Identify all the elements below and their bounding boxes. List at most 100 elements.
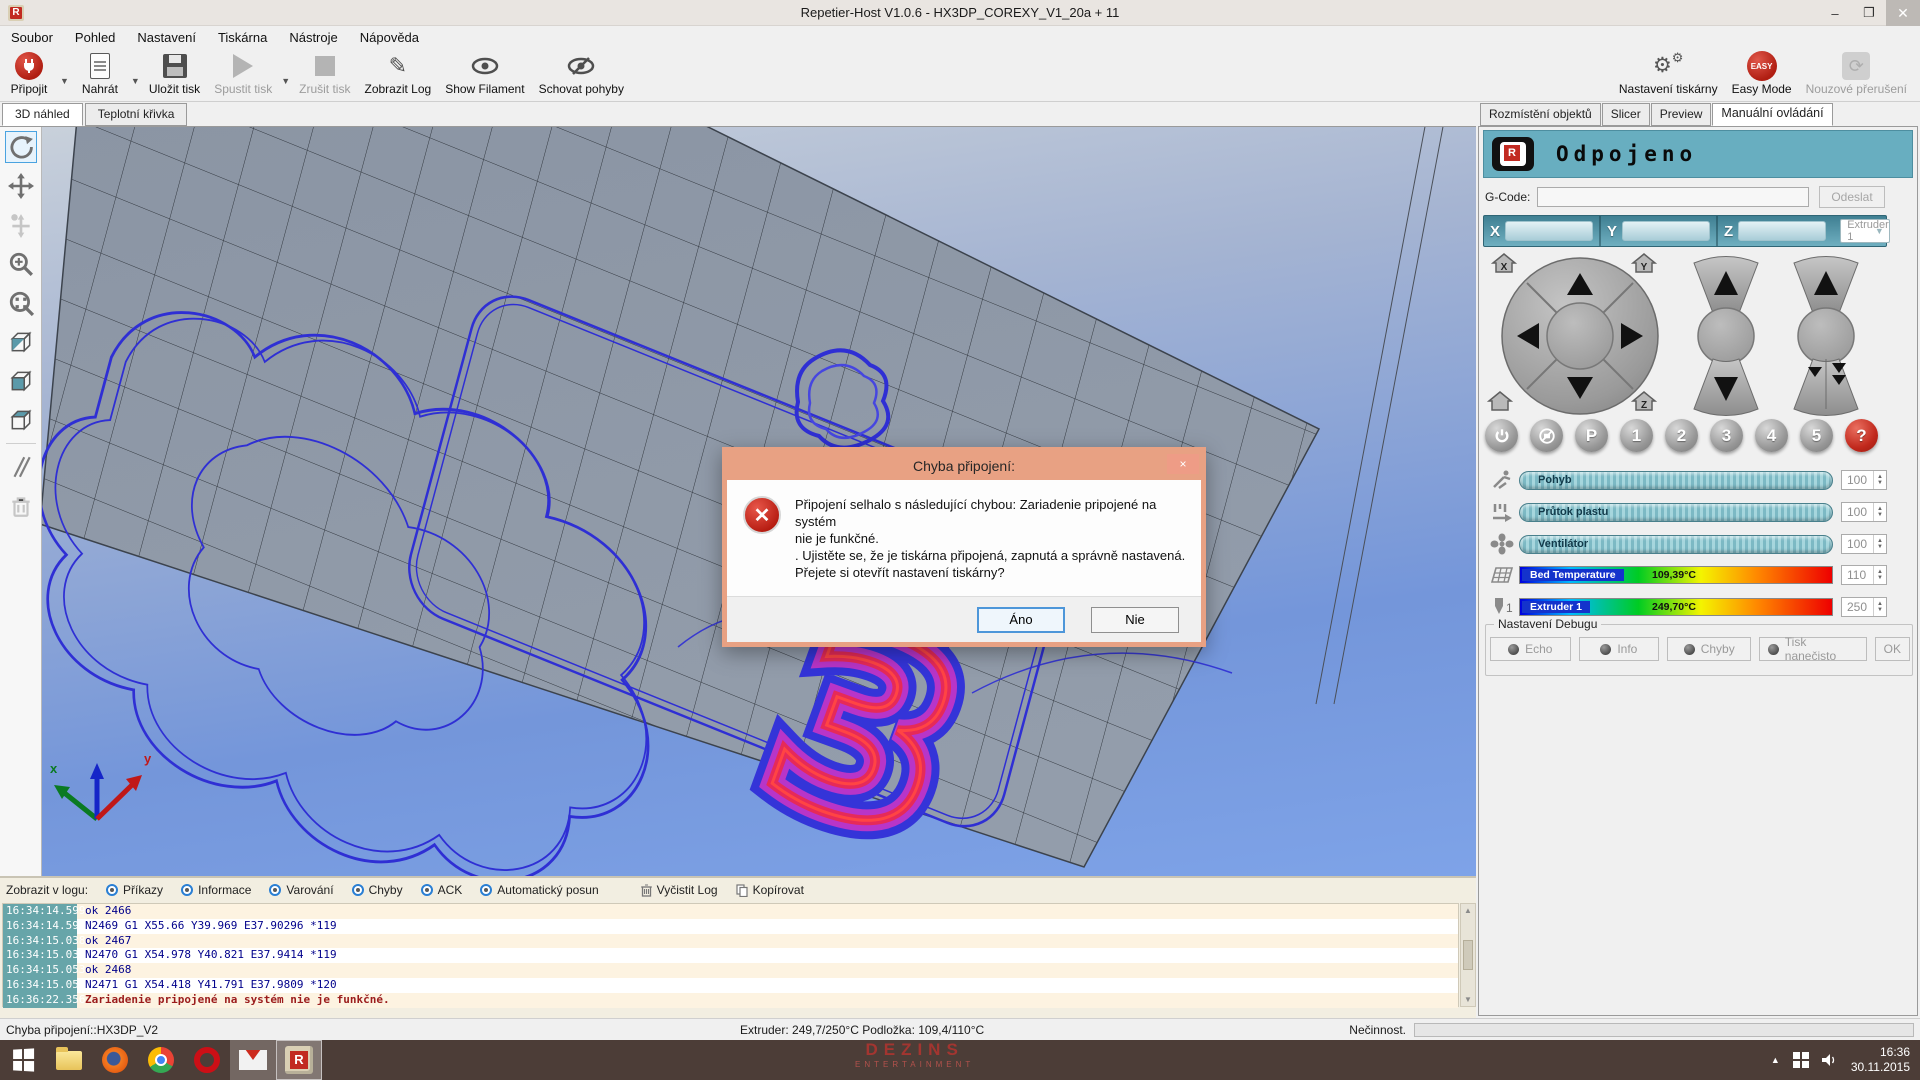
tab-preview[interactable]: Preview [1651,103,1712,126]
home-z-button[interactable]: Z [1631,389,1657,413]
scroll-up-arrow[interactable]: ▲ [1464,906,1472,915]
quick-button-4[interactable]: 4 [1755,419,1788,452]
start-button[interactable] [0,1040,46,1080]
extruder-jog-control[interactable] [1787,253,1865,419]
error-icon: ✕ [743,496,781,534]
dialog-close-button[interactable]: × [1167,454,1199,474]
axis-gizmo: x y [50,751,152,819]
progress-bar [1414,1023,1914,1037]
network-icon[interactable] [1793,1052,1809,1068]
repetier-logo-icon: R [1492,137,1534,171]
fan-spinner[interactable]: 100▲▼ [1841,534,1887,554]
filter-info[interactable]: Informace [181,883,251,897]
load-button[interactable]: Nahrát [71,48,129,96]
printer-settings-button[interactable]: ⚙⚙ Nastavení tiskárny [1612,48,1725,96]
hide-travel-button[interactable]: Schovat pohyby [532,48,631,96]
fan-slider[interactable]: Ventilátor [1519,535,1833,554]
connect-dropdown[interactable]: ▼ [58,76,71,86]
tab-3d-nahled[interactable]: 3D náhled [2,103,83,126]
show-filament-button[interactable]: Show Filament [438,48,531,96]
park-disabled-button[interactable] [1530,419,1563,452]
axis-x-value [1505,221,1593,241]
tab-teplotni-krivka[interactable]: Teplotní křivka [85,103,188,126]
close-button[interactable]: ✕ [1886,0,1920,26]
speed-spinner[interactable]: 100▲▼ [1841,470,1887,490]
power-button[interactable] [1485,419,1518,452]
home-x-button[interactable]: X [1491,251,1517,275]
filter-ack[interactable]: ACK [421,883,463,897]
quick-button-5[interactable]: 5 [1800,419,1833,452]
isometric-view-tool[interactable] [5,326,37,358]
log-list[interactable]: 16:34:14.599ok 2466 16:34:14.599N2469 G1… [2,903,1459,1007]
move-view-tool[interactable] [5,170,37,202]
bed-temperature-spinner[interactable]: 110▲▼ [1841,565,1887,585]
tray-expand-icon[interactable]: ▲ [1771,1055,1780,1065]
speed-slider[interactable]: Pohyb [1519,471,1833,490]
preheat-p-button[interactable]: P [1575,419,1608,452]
show-log-button[interactable]: ✎ Zobrazit Log [357,48,438,96]
menu-tiskarna[interactable]: Tiskárna [207,28,278,47]
flow-slider[interactable]: Průtok plastu [1519,503,1833,522]
dialog-message: Připojení selhalo s následující chybou: … [795,496,1187,596]
zoom-in-tool[interactable] [5,248,37,280]
quick-button-3[interactable]: 3 [1710,419,1743,452]
emergency-stop-button: ⟳ Nouzové přerušení [1799,48,1914,96]
scroll-down-arrow[interactable]: ▼ [1464,995,1472,1004]
taskbar-chrome[interactable] [138,1040,184,1080]
taskbar-explorer[interactable] [46,1040,92,1080]
taskbar-clock[interactable]: 16:36 30.11.2015 [1851,1045,1910,1075]
help-button[interactable]: ? [1845,419,1878,452]
extruder-select[interactable]: Extruder 1▼ [1840,219,1890,243]
menu-nastaveni[interactable]: Nastavení [126,28,207,47]
menu-soubor[interactable]: Soubor [0,28,64,47]
rotate-view-tool[interactable] [5,131,37,163]
extruder-temperature-bar[interactable]: Extruder 1 249,70°C [1519,598,1833,616]
opera-icon [194,1047,220,1073]
log-panel: Zobrazit v logu: Příkazy Informace Varov… [0,876,1476,1018]
tab-rozmisteni-objektu[interactable]: Rozmístění objektů [1480,103,1601,126]
parallel-projection-tool[interactable] [5,451,37,483]
menu-pohled[interactable]: Pohled [64,28,126,47]
taskbar-mail[interactable] [230,1040,276,1080]
menu-napoveda[interactable]: Nápověda [349,28,430,47]
volume-icon[interactable] [1822,1053,1838,1067]
quick-button-2[interactable]: 2 [1665,419,1698,452]
save-print-button[interactable]: Uložit tisk [142,48,207,96]
filter-autoscroll[interactable]: Automatický posun [480,883,598,897]
bed-temperature-bar[interactable]: Bed Temperature 109,39°C [1519,566,1833,584]
z-jog-control[interactable] [1687,253,1765,419]
flow-spinner[interactable]: 100▲▼ [1841,502,1887,522]
tab-manualni-ovladani[interactable]: Manuální ovládání [1712,103,1832,126]
zoom-fit-tool[interactable] [5,287,37,319]
copy-log-button[interactable]: Kopírovat [736,883,804,897]
dialog-no-button[interactable]: Nie [1091,607,1179,633]
extruder-temperature-spinner[interactable]: 250▲▼ [1841,597,1887,617]
filter-commands[interactable]: Příkazy [106,883,163,897]
quick-button-1[interactable]: 1 [1620,419,1653,452]
floppy-icon [163,54,187,78]
filter-errors[interactable]: Chyby [352,883,403,897]
taskbar-repetier-host[interactable]: R [276,1040,322,1080]
easy-mode-button[interactable]: EASY Easy Mode [1725,48,1799,96]
filter-warnings[interactable]: Varování [269,883,333,897]
manual-control-panel: R Odpojeno G-Code: Odeslat X Y Z Extrude… [1478,126,1918,1016]
clear-log-button[interactable]: Vyčistit Log [641,883,718,897]
top-view-tool[interactable] [5,404,37,436]
front-view-tool[interactable] [5,365,37,397]
taskbar-firefox[interactable] [92,1040,138,1080]
gcode-input[interactable] [1537,187,1809,207]
dialog-yes-button[interactable]: Áno [977,607,1065,633]
maximize-button[interactable]: ❐ [1852,0,1886,26]
minimize-button[interactable]: – [1818,0,1852,26]
load-dropdown[interactable]: ▼ [129,76,142,86]
home-y-button[interactable]: Y [1631,251,1657,275]
tab-slicer[interactable]: Slicer [1602,103,1650,126]
log-scrollbar[interactable]: ▲▼ [1460,903,1476,1007]
taskbar-opera[interactable] [184,1040,230,1080]
right-panel: Rozmístění objektů Slicer Preview Manuál… [1476,102,1920,1018]
connect-button[interactable]: Připojit [0,48,58,96]
home-all-button[interactable] [1487,389,1513,413]
menu-nastroje[interactable]: Nástroje [278,28,348,47]
log-row: 16:34:15.053ok 2468 [3,963,1458,978]
scroll-thumb[interactable] [1463,940,1473,970]
